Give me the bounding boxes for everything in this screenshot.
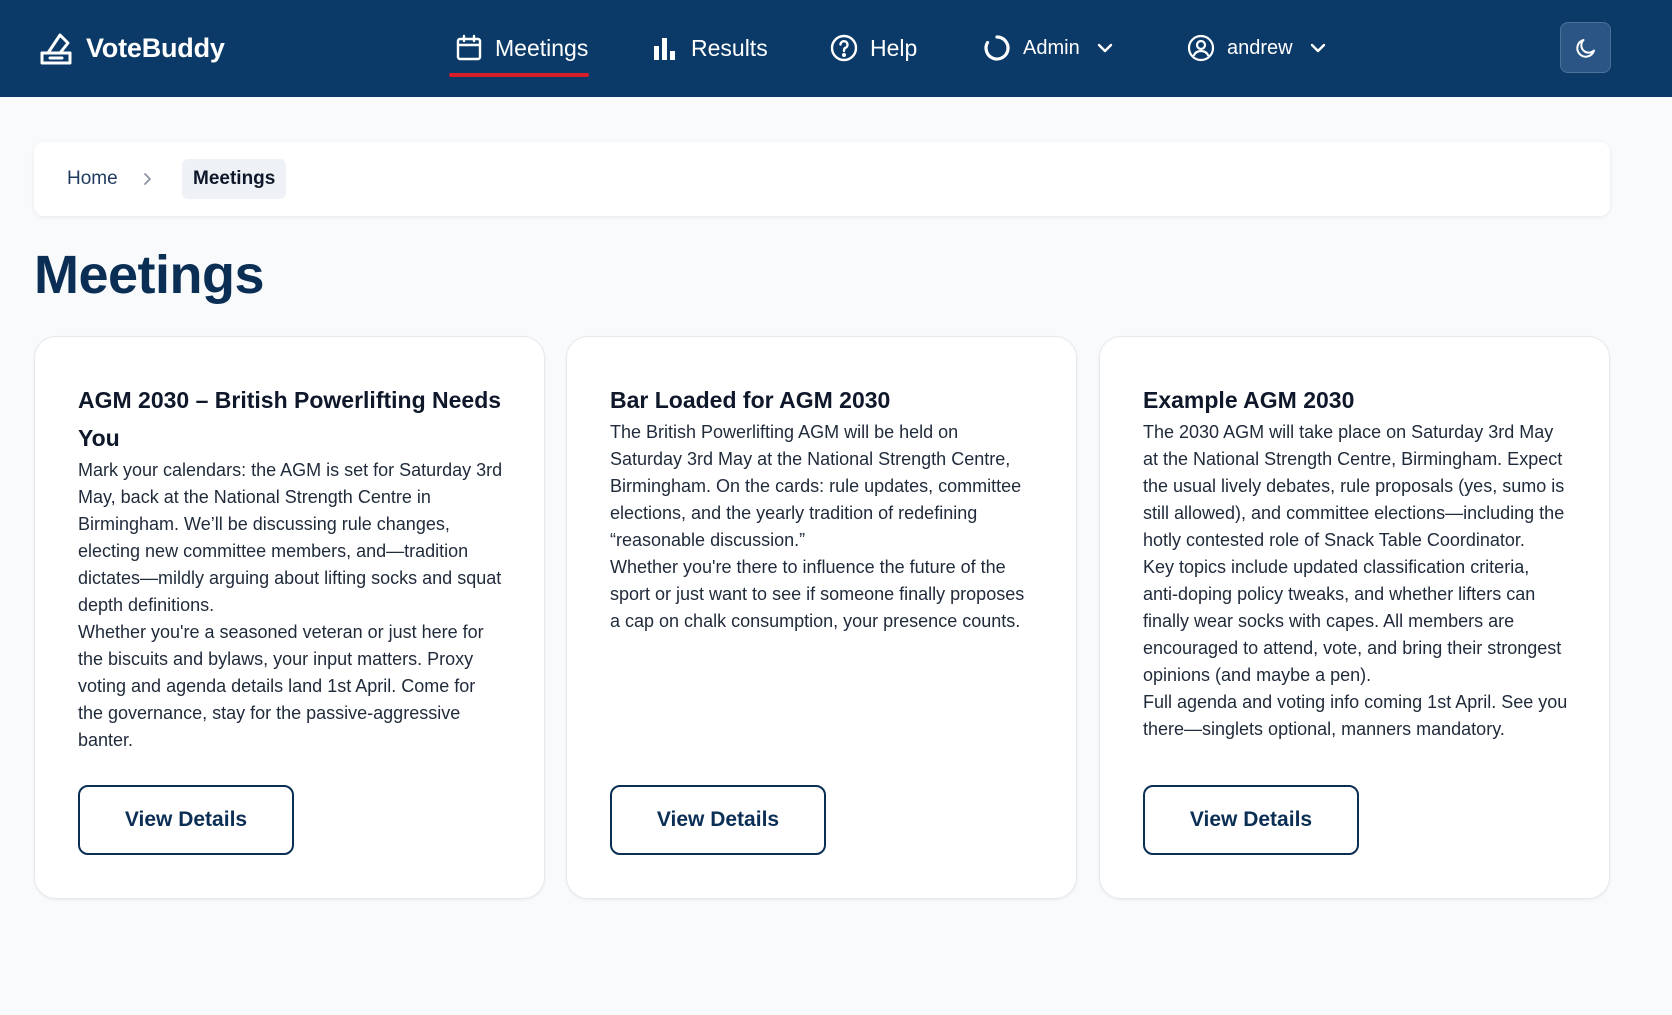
meeting-card: Example AGM 2030 The 2030 AGM will take … — [1099, 336, 1610, 899]
breadcrumb-current: Meetings — [182, 159, 287, 199]
page-title: Meetings — [34, 245, 265, 305]
ballot-box-icon — [40, 33, 72, 65]
view-details-button[interactable]: View Details — [610, 785, 826, 855]
nav-meetings-label: Meetings — [495, 34, 589, 61]
meeting-card-title: Bar Loaded for AGM 2030 — [610, 387, 891, 413]
meeting-card: AGM 2030 – British Powerlifting Needs Yo… — [34, 336, 545, 899]
brand-link[interactable]: VoteBuddy — [38, 26, 225, 70]
theme-toggle-button[interactable] — [1560, 22, 1611, 73]
chevron-down-icon — [1310, 43, 1325, 53]
meeting-card: Bar Loaded for AGM 2030 The British Powe… — [566, 336, 1077, 899]
nav-user-dropdown[interactable]: andrew — [1187, 26, 1327, 70]
nav-meetings[interactable]: Meetings — [455, 26, 588, 70]
meeting-card-paragraph: Mark your calendars: the AGM is set for … — [78, 460, 503, 615]
brand-name: VoteBuddy — [86, 32, 225, 63]
chevron-down-icon — [1097, 43, 1112, 53]
nav-results[interactable]: Results — [651, 26, 768, 70]
view-details-button[interactable]: View Details — [1143, 785, 1359, 855]
meeting-card-description: The 2030 AGM will take place on Saturday… — [1143, 419, 1568, 743]
user-circle-icon — [1187, 34, 1215, 62]
meeting-card-paragraph: Key topics include updated classificatio… — [1143, 557, 1562, 685]
chevron-right-icon — [144, 173, 151, 185]
nav-admin-label: Admin — [1023, 36, 1080, 59]
top-navbar: VoteBuddy Meetings Results Help Admin an… — [0, 0, 1672, 97]
breadcrumb: Home Meetings — [34, 142, 1610, 216]
nav-admin-dropdown[interactable]: Admin — [983, 26, 1114, 70]
meeting-card-description: The British Powerlifting AGM will be hel… — [610, 419, 1035, 635]
moon-icon — [1575, 38, 1595, 58]
meeting-card-description: Mark your calendars: the AGM is set for … — [78, 457, 503, 754]
meeting-card-paragraph: The British Powerlifting AGM will be hel… — [610, 422, 1022, 550]
meeting-card-paragraph: Whether you're a seasoned veteran or jus… — [78, 622, 484, 750]
nav-user-label: andrew — [1227, 36, 1293, 59]
meeting-card-title: Example AGM 2030 — [1143, 387, 1355, 413]
nav-help-label: Help — [870, 34, 918, 61]
view-details-button[interactable]: View Details — [78, 785, 294, 855]
nav-active-indicator — [449, 73, 589, 77]
nav-results-label: Results — [691, 34, 768, 61]
meeting-card-paragraph: The 2030 AGM will take place on Saturday… — [1143, 422, 1565, 550]
nav-help[interactable]: Help — [830, 26, 917, 70]
help-circle-icon — [830, 34, 858, 62]
loading-circle-icon — [984, 35, 1010, 61]
meeting-card-paragraph: Whether you're there to influence the fu… — [610, 557, 1025, 631]
calendar-icon — [456, 34, 482, 61]
meeting-card-title: AGM 2030 – British Powerlifting Needs Yo… — [78, 387, 502, 451]
breadcrumb-home-link[interactable]: Home — [67, 168, 118, 190]
meeting-card-paragraph: Full agenda and voting info coming 1st A… — [1143, 692, 1568, 739]
bar-chart-icon — [654, 38, 675, 60]
